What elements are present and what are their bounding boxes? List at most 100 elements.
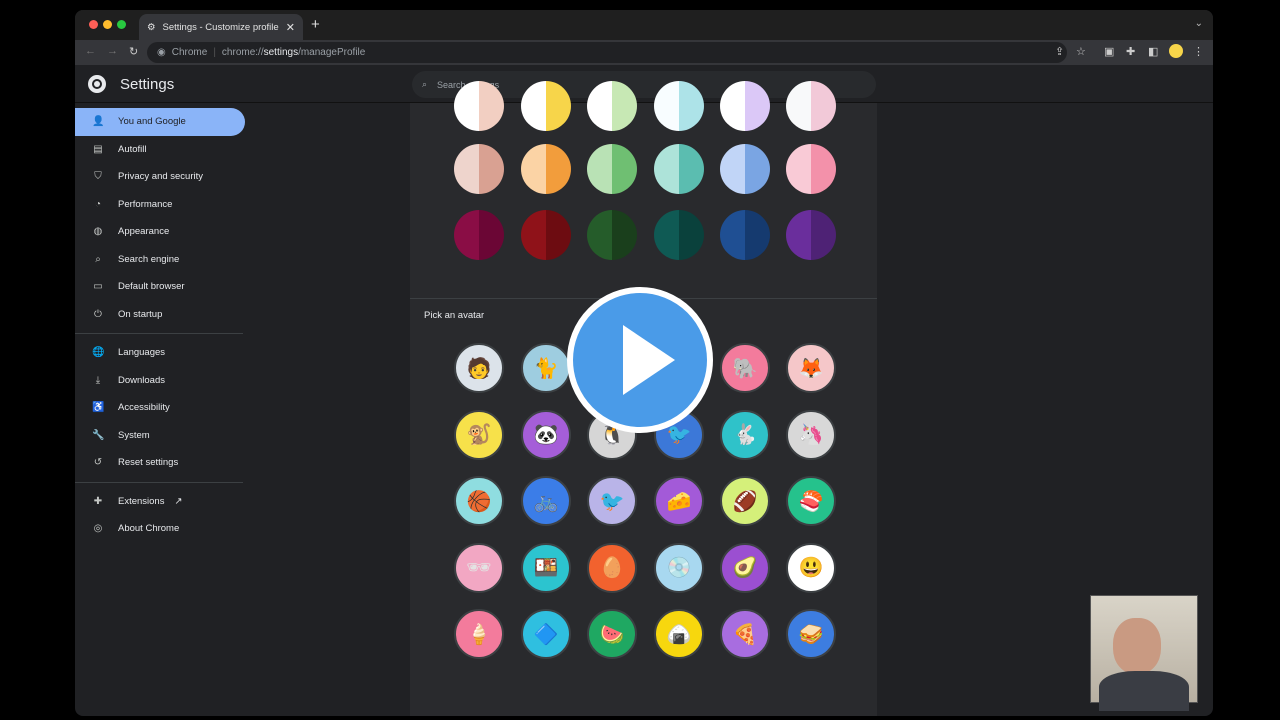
sidebar-item-autofill[interactable]: ▤ Autofill	[75, 136, 245, 164]
avatar-profile-photo[interactable]: 🧑	[454, 343, 504, 393]
avatar-elephant[interactable]: 🐘	[720, 343, 770, 393]
avatar-unicorn[interactable]: 🦄	[786, 409, 836, 460]
side-panel-icon[interactable]: ◧	[1148, 45, 1158, 58]
sidebar-item-about-chrome[interactable]: ◎ About Chrome	[75, 515, 245, 543]
sidebar-item-label: Autofill	[118, 143, 147, 155]
sidebar-separator	[75, 333, 243, 334]
maximize-window-button[interactable]	[117, 20, 126, 29]
tab-search-chevron-icon[interactable]: ⌄	[1195, 18, 1203, 29]
avatar-cardinal[interactable]: 🐦	[587, 476, 637, 526]
color-swatch[interactable]	[720, 144, 770, 194]
sidebar-item-default-browser[interactable]: ▭ Default browser	[75, 273, 245, 301]
tab-strip: ⚙ Settings - Customize profile ✕ + ⌄	[75, 10, 1213, 40]
browser-icon: ▭	[93, 281, 103, 293]
sidebar-item-accessibility[interactable]: ♿ Accessibility	[75, 394, 245, 422]
shield-icon: ⛉	[94, 171, 102, 183]
webcam-overlay	[1090, 595, 1198, 711]
color-swatch[interactable]	[587, 144, 637, 194]
avatar-onigiri[interactable]: 🍙	[654, 609, 704, 659]
search-icon: ⌕	[422, 79, 428, 89]
avatar-sushi-plate[interactable]: 🍣	[786, 476, 836, 526]
close-tab-icon[interactable]: ✕	[286, 21, 295, 34]
chrome-logo-icon	[88, 75, 106, 93]
toolbar: ← → ↻ ◉ Chrome | chrome://settings/manag…	[75, 40, 1213, 65]
avatar-sunglasses[interactable]: 🕶	[454, 542, 504, 593]
color-swatch[interactable]	[720, 210, 770, 260]
color-swatch[interactable]	[587, 210, 637, 260]
color-swatch[interactable]	[654, 210, 704, 260]
color-swatch[interactable]	[454, 210, 504, 260]
sidebar-item-appearance[interactable]: ◍ Appearance	[75, 218, 245, 246]
sidebar-item-on-startup[interactable]: ⏻ On startup	[75, 301, 245, 329]
sidebar-item-languages[interactable]: 🌐 Languages	[75, 339, 245, 367]
avatar-pizza[interactable]: 🍕	[720, 609, 770, 659]
avatar-avocado[interactable]: 🥑	[720, 542, 770, 593]
avatar-cheese[interactable]: 🧀	[654, 476, 704, 526]
avatar-ice-cream[interactable]: 🍦	[454, 609, 504, 659]
puzzle-icon[interactable]: ✚	[1126, 45, 1135, 58]
avatar-football[interactable]: 🏈	[720, 476, 770, 526]
avatar-watermelon[interactable]: 🍉	[587, 609, 637, 659]
color-swatch[interactable]	[587, 81, 637, 131]
site-chip: Chrome	[171, 47, 208, 58]
back-icon[interactable]: ←	[85, 45, 96, 57]
color-swatch[interactable]	[720, 81, 770, 131]
color-swatch[interactable]	[654, 144, 704, 194]
color-swatch[interactable]	[786, 144, 836, 194]
minimize-window-button[interactable]	[103, 20, 112, 29]
avatar-smiley[interactable]: 😃	[786, 542, 836, 593]
avatar-cat[interactable]: 🐈	[521, 343, 571, 393]
bookmark-star-icon[interactable]: ☆	[1076, 45, 1086, 58]
sidebar-item-search-engine[interactable]: ⌕ Search engine	[75, 246, 245, 274]
avatar-sandwich[interactable]: 🥪	[786, 609, 836, 659]
color-swatch[interactable]	[521, 210, 571, 260]
avatar-rabbit[interactable]: 🐇	[720, 409, 770, 460]
color-swatch[interactable]	[654, 81, 704, 131]
sidebar-item-reset-settings[interactable]: ↺ Reset settings	[75, 449, 245, 477]
sidebar-item-performance[interactable]: ◔ Performance	[75, 191, 245, 219]
avatar-bike[interactable]: 🚲	[521, 476, 571, 526]
color-swatch[interactable]	[454, 144, 504, 194]
sidebar-item-you-and-google[interactable]: 👤 You and Google	[75, 108, 245, 136]
avatar-sushi[interactable]: 🍱	[521, 542, 571, 593]
menu-icon[interactable]: ⋮	[1193, 45, 1204, 58]
sidebar-item-label: Downloads	[118, 374, 165, 386]
person-icon: 👤	[92, 116, 105, 128]
new-tab-button[interactable]: +	[311, 16, 320, 33]
avatar-monkey[interactable]: 🐒	[454, 409, 504, 460]
avatar-fox[interactable]: 🦊	[786, 343, 836, 393]
color-swatch[interactable]	[786, 81, 836, 131]
reload-icon[interactable]: ↻	[129, 45, 138, 58]
avatar-vinyl[interactable]: 💿	[654, 542, 704, 593]
extension-icon[interactable]: ▣	[1104, 45, 1114, 58]
speedometer-icon: ◔	[94, 198, 102, 210]
sidebar-item-system[interactable]: 🔧 System	[75, 422, 245, 450]
color-swatch[interactable]	[454, 81, 504, 131]
address-bar[interactable]: ◉ Chrome | chrome://settings/manageProfi…	[147, 42, 1067, 63]
pick-avatar-heading: Pick an avatar	[424, 310, 485, 321]
avatar-tamagotchi[interactable]: 🥚	[587, 542, 637, 593]
sidebar-item-extensions[interactable]: ✚ Extensions ↗	[75, 488, 245, 516]
share-icon[interactable]: ⇪	[1055, 45, 1064, 58]
settings-header: Settings ⌕ Search settings	[75, 65, 1213, 103]
clipboard-icon: ▤	[93, 143, 103, 155]
color-swatch[interactable]	[521, 81, 571, 131]
forward-icon[interactable]: →	[107, 45, 118, 57]
color-swatch[interactable]	[786, 210, 836, 260]
accessibility-icon: ♿	[92, 402, 105, 414]
chrome-icon: ◎	[93, 523, 103, 535]
avatar-panda[interactable]: 🐼	[521, 409, 571, 460]
tab-settings[interactable]: ⚙ Settings - Customize profile ✕	[139, 14, 303, 40]
avatar-diamond[interactable]: 🔷	[521, 609, 571, 659]
sidebar-item-label: Languages	[118, 347, 166, 359]
download-icon: ⤓	[95, 374, 101, 386]
sidebar-item-downloads[interactable]: ⤓ Downloads	[75, 367, 245, 395]
separator: |	[213, 47, 216, 58]
avatar-basketball[interactable]: 🏀	[454, 476, 504, 526]
color-swatch[interactable]	[521, 144, 571, 194]
close-window-button[interactable]	[89, 20, 98, 29]
video-play-button[interactable]	[567, 287, 713, 433]
sidebar-item-privacy-and-security[interactable]: ⛉ Privacy and security	[75, 163, 245, 191]
profile-avatar[interactable]	[1169, 44, 1183, 58]
gear-icon: ⚙	[147, 21, 156, 33]
